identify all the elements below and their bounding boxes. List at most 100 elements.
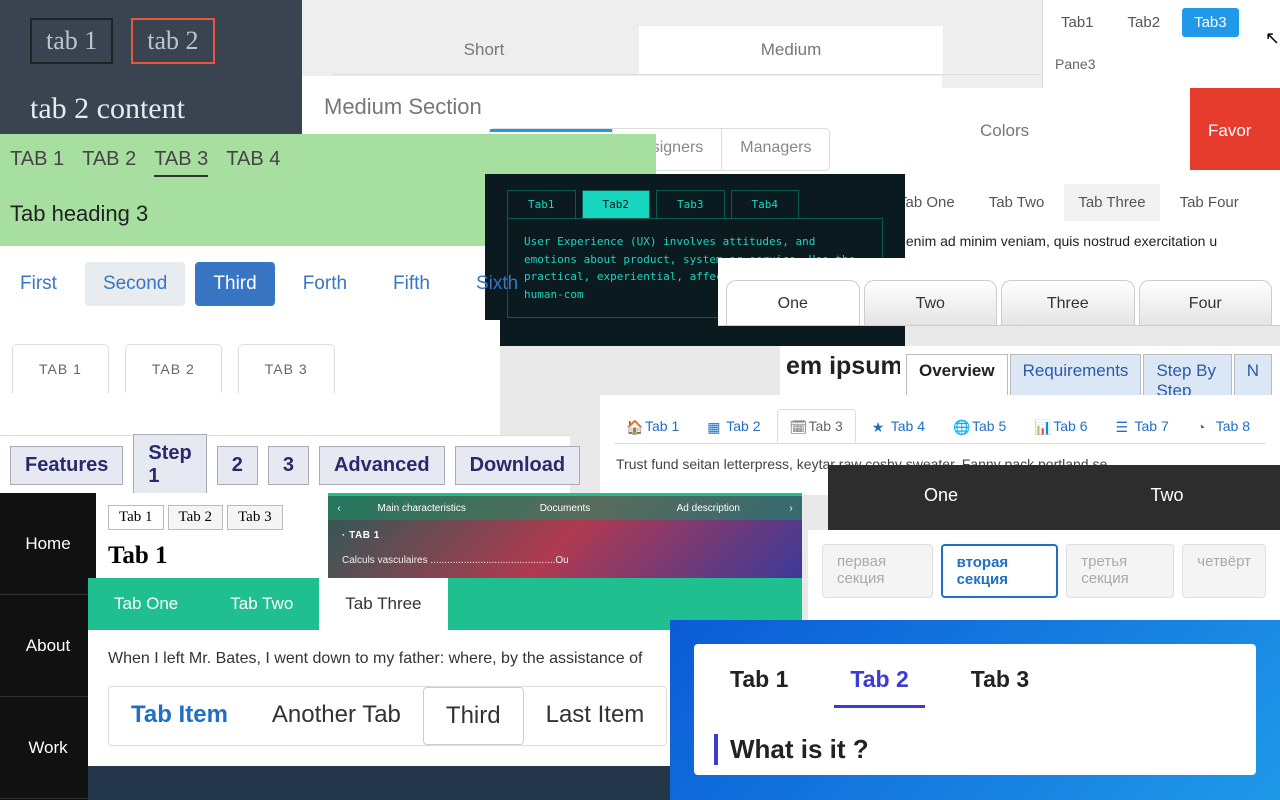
tab-2[interactable]: TAB 2 bbox=[125, 344, 222, 393]
gradient-panel: ‹ Main characteristics Documents Ad desc… bbox=[328, 493, 802, 581]
tab-medium[interactable]: Medium bbox=[639, 26, 943, 74]
globe-icon: 🌐 bbox=[953, 419, 967, 433]
russian-sections: первая секция вторая секция третья секци… bbox=[808, 530, 1280, 630]
line-text: Calculs vasculaires ....................… bbox=[328, 551, 802, 570]
tab-four[interactable]: Tab Four bbox=[1166, 184, 1253, 221]
tab-2[interactable]: 2 bbox=[217, 446, 258, 485]
tab-advanced[interactable]: Advanced bbox=[319, 446, 445, 485]
section-3[interactable]: третья секция bbox=[1066, 544, 1174, 598]
tab-two[interactable]: Tab Two bbox=[975, 184, 1059, 221]
section-4[interactable]: четвёрт bbox=[1182, 544, 1266, 598]
next-arrow-icon[interactable]: › bbox=[780, 503, 802, 514]
tab-two[interactable]: Two bbox=[864, 280, 998, 325]
tab3[interactable]: Tab3 bbox=[1182, 8, 1239, 37]
inner-another-tab[interactable]: Another Tab bbox=[250, 687, 423, 745]
tab-one[interactable]: One bbox=[828, 465, 1054, 530]
blue-card-tabs: Tab 1 Tab 2 Tab 3 What is it ? bbox=[670, 620, 1280, 800]
dark-one-two-tabs: One Two bbox=[828, 465, 1280, 530]
inner-last-item[interactable]: Last Item bbox=[524, 687, 667, 745]
tab-forth[interactable]: Forth bbox=[285, 262, 365, 306]
inner-tab-item[interactable]: Tab Item bbox=[109, 687, 250, 745]
tab1[interactable]: Tab1 bbox=[1049, 8, 1106, 37]
tab-one-four-group: Tab One Tab Two Tab Three Tab Four Ut en… bbox=[870, 170, 1280, 270]
tab-1[interactable]: TAB 1 bbox=[12, 344, 109, 393]
tab-third[interactable]: Third bbox=[195, 262, 274, 306]
tab-4[interactable]: ★Tab 4 bbox=[860, 409, 937, 443]
tab-1[interactable]: TAB 1 bbox=[10, 148, 64, 177]
tab-7[interactable]: ☰Tab 7 bbox=[1104, 409, 1181, 443]
star-icon: ★ bbox=[872, 419, 886, 433]
tab-sixth[interactable]: Sixth bbox=[458, 262, 536, 306]
tab-one[interactable]: One bbox=[726, 280, 860, 325]
tab-favor[interactable]: Favor bbox=[1208, 121, 1251, 141]
tab-heading: Tab 1 bbox=[108, 542, 316, 570]
tab3[interactable]: Tab3 bbox=[656, 190, 725, 218]
tab-2[interactable]: ▦Tab 2 bbox=[695, 409, 772, 443]
tab-2[interactable]: Tab 2 bbox=[834, 654, 924, 708]
tab-features[interactable]: Features bbox=[10, 446, 123, 485]
tab-second[interactable]: Second bbox=[85, 262, 185, 306]
tab-2[interactable]: tab 2 bbox=[131, 18, 214, 64]
pane-label: Pane3 bbox=[1043, 40, 1280, 88]
tab2[interactable]: Tab2 bbox=[582, 190, 651, 218]
folder-tabs: One Two Three Four bbox=[718, 258, 1280, 326]
prev-arrow-icon[interactable]: ‹ bbox=[328, 503, 350, 514]
tab-short[interactable]: Short bbox=[332, 26, 636, 74]
home-icon: 🏠 bbox=[626, 419, 640, 433]
tab-three[interactable]: Three bbox=[1001, 280, 1135, 325]
cursor-icon: ↖ bbox=[1265, 28, 1280, 49]
vertical-nav: Home About Work bbox=[0, 493, 96, 800]
tab-4[interactable]: TAB 4 bbox=[226, 148, 280, 177]
tab-group-topright: Tab1 Tab2 Tab3 Pane3 ↖ bbox=[1042, 0, 1280, 95]
section-1[interactable]: первая секция bbox=[822, 544, 933, 598]
tab-5[interactable]: 🌐Tab 5 bbox=[941, 409, 1018, 443]
tab-1[interactable]: 🏠Tab 1 bbox=[614, 409, 691, 443]
tab-two[interactable]: Two bbox=[1054, 465, 1280, 530]
tab4[interactable]: Tab4 bbox=[731, 190, 800, 218]
tab-colors[interactable]: Colors bbox=[980, 121, 1029, 141]
tab-two[interactable]: Tab Two bbox=[204, 578, 319, 630]
tab-8[interactable]: ◔Tab 8 bbox=[1185, 409, 1262, 443]
tab-content: tab 2 content bbox=[30, 92, 272, 126]
tab-3[interactable]: TAB 3 bbox=[238, 344, 335, 393]
tab-1[interactable]: tab 1 bbox=[30, 18, 113, 64]
tab-3[interactable]: 3 bbox=[268, 446, 309, 485]
tab-three[interactable]: Tab Three bbox=[319, 578, 447, 630]
colors-strip: Colors Favor bbox=[940, 88, 1280, 173]
tab-1[interactable]: Tab 1 bbox=[108, 505, 164, 530]
tab-3[interactable]: Tab 3 bbox=[227, 505, 283, 530]
tab-download[interactable]: Download bbox=[455, 446, 581, 485]
tab-6[interactable]: 📊Tab 6 bbox=[1022, 409, 1099, 443]
card-tabs: TAB 1 TAB 2 TAB 3 bbox=[0, 320, 500, 435]
tab2[interactable]: Tab2 bbox=[1116, 8, 1173, 37]
list-icon: ☰ bbox=[1116, 419, 1130, 433]
grid-icon: ▦ bbox=[707, 419, 721, 433]
first-sixth-tabs: First Second Third Forth Fifth Sixth bbox=[0, 246, 485, 321]
tab-2[interactable]: TAB 2 bbox=[82, 148, 136, 177]
section-2[interactable]: вторая секция bbox=[941, 544, 1059, 598]
what-is-it-heading: What is it ? bbox=[714, 734, 1236, 765]
tab-1[interactable]: Tab 1 bbox=[714, 654, 804, 708]
tab-3[interactable]: Tab 3 bbox=[955, 654, 1045, 708]
tab-first[interactable]: First bbox=[2, 262, 75, 306]
seg-ad[interactable]: Ad description bbox=[637, 503, 780, 514]
tab-fifth[interactable]: Fifth bbox=[375, 262, 448, 306]
nav-about[interactable]: About bbox=[0, 595, 96, 697]
sub-label: · TAB 1 bbox=[328, 520, 802, 551]
tab-2[interactable]: Tab 2 bbox=[168, 505, 224, 530]
tab-one[interactable]: Tab One bbox=[88, 578, 204, 630]
seg-documents[interactable]: Documents bbox=[493, 503, 636, 514]
pie-icon: ◔ bbox=[1197, 419, 1211, 433]
tab-step1[interactable]: Step 1 bbox=[133, 434, 206, 496]
nav-home[interactable]: Home bbox=[0, 493, 96, 595]
tab-three[interactable]: Tab Three bbox=[1064, 184, 1159, 221]
tab-3[interactable]: TAB 3 bbox=[154, 148, 208, 177]
features-tabs: Features Step 1 2 3 Advanced Download bbox=[0, 435, 570, 495]
tab-four[interactable]: Four bbox=[1139, 280, 1273, 325]
tab-managers[interactable]: Managers bbox=[721, 129, 829, 170]
inner-third[interactable]: Third bbox=[423, 687, 524, 745]
seg-main[interactable]: Main characteristics bbox=[350, 503, 493, 514]
tab-3[interactable]: 🗓Tab 3 bbox=[777, 409, 856, 443]
nav-work[interactable]: Work bbox=[0, 697, 96, 799]
tab1[interactable]: Tab1 bbox=[507, 190, 576, 218]
